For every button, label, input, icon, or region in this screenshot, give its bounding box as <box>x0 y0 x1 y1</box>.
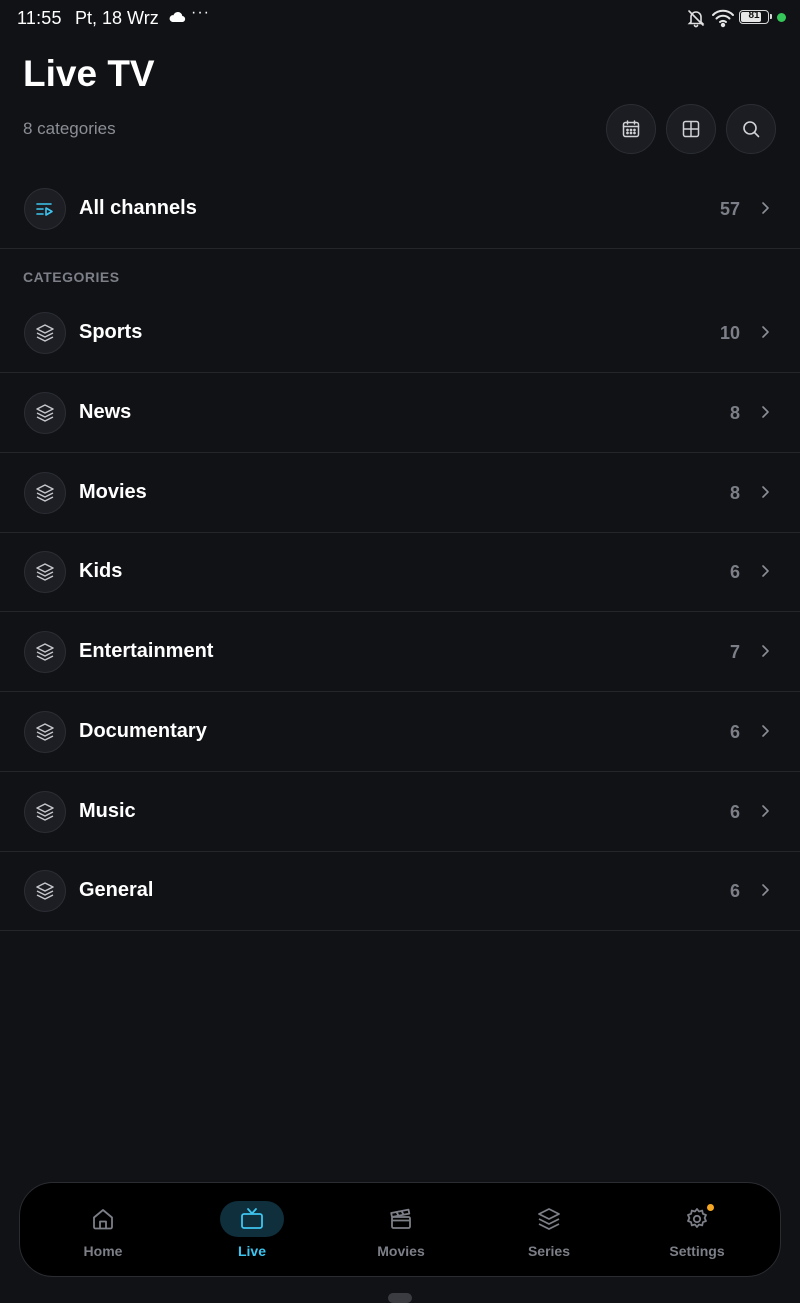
categories-heading: CATEGORIES <box>23 269 120 285</box>
all-channels-row[interactable]: All channels 57 <box>0 169 800 249</box>
nav-movies[interactable]: Movies <box>341 1197 461 1263</box>
tv-icon <box>241 1208 263 1229</box>
nav-settings[interactable]: Settings <box>637 1197 757 1263</box>
category-count: 6 <box>729 721 740 742</box>
layers-icon <box>24 471 66 514</box>
category-row-general[interactable]: General 6 <box>0 851 800 932</box>
epg-calendar-button[interactable] <box>606 104 656 154</box>
playlist-icon <box>24 188 66 230</box>
calendar-icon <box>622 120 640 138</box>
layers-icon <box>24 631 66 673</box>
category-row-entertainment[interactable]: Entertainment 7 <box>0 612 800 692</box>
nav-series[interactable]: Series <box>489 1197 609 1263</box>
search-icon <box>743 121 760 138</box>
category-row-documentary[interactable]: Documentary 6 <box>0 692 800 772</box>
category-count: 10 <box>719 323 740 343</box>
nav-live-label: Live <box>237 1243 266 1259</box>
nav-movies-icon-wrap <box>369 1201 433 1237</box>
clapperboard-icon <box>390 1208 411 1229</box>
category-label: Movies <box>79 480 147 503</box>
wifi-icon <box>712 9 734 28</box>
status-indicator-dot <box>777 13 786 22</box>
nav-live-icon-wrap <box>220 1201 284 1237</box>
chevron-right-icon <box>762 884 769 897</box>
battery-level: 81 <box>748 10 760 21</box>
category-row-sports[interactable]: Sports 10 <box>0 293 800 373</box>
category-row-news[interactable]: News 8 <box>0 373 800 453</box>
category-count: 8 <box>729 482 740 503</box>
nav-home-label: Home <box>83 1243 123 1259</box>
all-channels-count: 57 <box>719 199 740 219</box>
category-label: Documentary <box>79 719 207 742</box>
category-label: General <box>79 879 154 902</box>
category-count: 7 <box>729 642 740 662</box>
status-more-icon: ··· <box>191 4 210 21</box>
nav-series-icon-wrap <box>517 1201 581 1237</box>
status-bar: 11:55 Pt, 18 Wrz ··· 81 <box>0 0 800 36</box>
category-row-movies[interactable]: Movies 8 <box>0 453 800 533</box>
category-count: 8 categories <box>23 119 116 138</box>
chevron-right-icon <box>762 405 769 418</box>
gear-icon <box>687 1208 707 1228</box>
category-row-kids[interactable]: Kids 6 <box>0 532 800 613</box>
nav-settings-label: Settings <box>669 1243 725 1259</box>
category-row-music[interactable]: Music 6 <box>0 772 800 852</box>
layers-icon <box>538 1208 560 1230</box>
category-label: Entertainment <box>79 640 214 662</box>
chevron-right-icon <box>762 565 769 578</box>
category-label: Sports <box>79 321 143 343</box>
chevron-right-icon <box>762 645 769 657</box>
layers-icon <box>24 710 66 753</box>
bottom-navigation: Home Live Movies Series Settings <box>19 1182 781 1277</box>
nav-home-icon-wrap <box>71 1201 135 1237</box>
chevron-right-icon <box>762 485 769 498</box>
grid-icon <box>682 120 700 138</box>
chevron-right-icon <box>762 202 769 214</box>
category-count: 6 <box>729 881 740 902</box>
home-icon <box>93 1209 113 1230</box>
layers-icon <box>24 551 66 594</box>
status-date: Pt, 18 Wrz <box>75 8 159 28</box>
all-channels-label: All channels <box>79 197 197 219</box>
layers-icon <box>24 391 66 434</box>
layers-icon <box>24 790 66 833</box>
settings-notification-dot <box>707 1204 714 1211</box>
chevron-right-icon <box>762 724 769 737</box>
bell-off-icon <box>687 10 705 28</box>
battery-cap <box>770 14 772 19</box>
cloud-icon <box>169 11 186 23</box>
category-label: Music <box>79 799 136 822</box>
chevron-right-icon <box>762 804 769 817</box>
category-label: Kids <box>79 560 123 583</box>
status-time: 11:55 <box>17 8 62 28</box>
battery-icon: 81 <box>739 10 772 24</box>
nav-series-label: Series <box>527 1243 571 1259</box>
category-label: News <box>79 400 132 423</box>
home-indicator <box>388 1293 412 1303</box>
page-title: Live TV <box>23 53 155 94</box>
grid-view-button[interactable] <box>666 104 716 154</box>
layers-icon <box>24 870 66 913</box>
search-button[interactable] <box>726 104 776 154</box>
category-count: 6 <box>729 562 740 583</box>
chevron-right-icon <box>762 326 769 338</box>
layers-icon <box>24 312 66 354</box>
nav-settings-icon-wrap <box>665 1201 729 1237</box>
category-count: 6 <box>729 801 740 822</box>
nav-home[interactable]: Home <box>43 1197 163 1263</box>
nav-movies-label: Movies <box>377 1243 425 1259</box>
category-count: 8 <box>729 402 740 423</box>
nav-live[interactable]: Live <box>192 1197 312 1263</box>
